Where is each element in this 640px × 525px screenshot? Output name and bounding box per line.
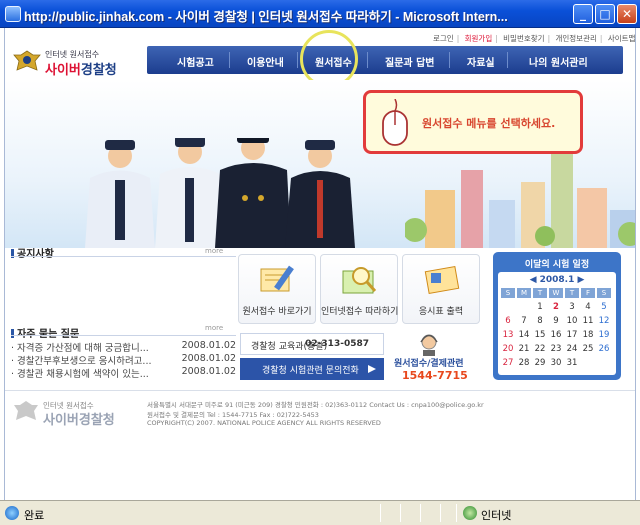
calendar-weekday: M — [517, 288, 531, 298]
calendar-day[interactable]: 9 — [549, 316, 563, 326]
calendar-day[interactable]: 27 — [501, 358, 515, 368]
ie-app-icon — [5, 6, 21, 22]
close-button[interactable]: ✕ — [617, 4, 637, 24]
city-skyline-image — [405, 150, 635, 248]
minimize-button[interactable]: _ — [573, 4, 593, 24]
window-title: http://public.jinhak.com - 사이버 경찰청 | 인터넷… — [24, 10, 508, 24]
calendar-day[interactable]: 20 — [501, 344, 515, 354]
nav-archive[interactable]: 자료실 — [467, 54, 495, 69]
logo-title: 사이버경찰청 — [45, 63, 117, 78]
window-titlebar[interactable]: http://public.jinhak.com - 사이버 경찰청 | 인터넷… — [0, 0, 640, 28]
calendar-day[interactable]: 30 — [549, 358, 563, 368]
calendar-day[interactable]: 15 — [533, 330, 547, 340]
calendar-day[interactable]: 28 — [517, 358, 531, 368]
calendar-day[interactable]: 4 — [581, 302, 595, 312]
education-contact-phone: 02-313-0587 — [305, 339, 369, 349]
faq-item[interactable]: · 경찰관 채용시험에 색약이 있는... 2008.01.02 — [11, 366, 236, 380]
find-password-link[interactable]: 비밀번호찾기 — [503, 34, 544, 43]
calendar-day[interactable]: 10 — [565, 316, 579, 326]
calendar-day[interactable]: 29 — [533, 358, 547, 368]
calendar-day[interactable]: 3 — [565, 302, 579, 312]
exam-calendar: 이달의 시험 일정 ◀ 2008.1 ▶ S M T W T F S 1 2 3 4 5 6 7 8 9 10 1… — [493, 252, 621, 380]
calendar-day[interactable]: 1 — [533, 302, 547, 312]
print-ticket-button[interactable]: 응시표 출력 — [402, 254, 480, 324]
privacy-link[interactable]: 개인정보관리 — [555, 34, 596, 43]
login-link[interactable]: 로그인 — [433, 34, 454, 43]
calendar-day[interactable]: 12 — [597, 316, 611, 326]
internet-zone-icon — [463, 506, 477, 520]
nav-exam-notice[interactable]: 시험공고 — [177, 54, 214, 69]
calendar-day[interactable]: 24 — [565, 344, 579, 354]
calendar-weekday: T — [533, 288, 547, 298]
footer-badge-icon — [14, 401, 38, 420]
notice-more-link[interactable]: more — [205, 247, 223, 255]
calendar-weekday: S — [501, 288, 515, 298]
site-logo[interactable]: 인터넷 원서접수 사이버경찰청 — [13, 48, 123, 78]
calendar-day[interactable]: 17 — [565, 330, 579, 340]
calendar-weekday: T — [565, 288, 579, 298]
magnifier-icon — [342, 267, 377, 294]
calendar-day[interactable]: 11 — [581, 316, 595, 326]
notice-rule — [11, 256, 236, 257]
sitemap-link[interactable]: 사이트맵 — [608, 34, 635, 43]
calendar-day[interactable]: 8 — [533, 316, 547, 326]
nav-usage-guide[interactable]: 이용안내 — [247, 54, 284, 69]
main-nav: 시험공고 이용안내 원서접수 질문과 답변 자료실 나의 원서관리 — [147, 46, 623, 74]
arrow-right-icon — [368, 365, 376, 373]
top-links: 로그인 | 회원가입 | 비밀번호찾기 | 개인정보관리 | 사이트맵 — [433, 34, 636, 43]
calendar-day[interactable]: 26 — [597, 344, 611, 354]
ticket-icon — [424, 265, 460, 295]
calendar-weekday: F — [581, 288, 595, 298]
status-text: 완료 — [24, 509, 45, 522]
calendar-day[interactable]: 22 — [533, 344, 547, 354]
footer-copyright: COPYRIGHT(C) 2007. NATIONAL POLICE AGENC… — [147, 419, 381, 427]
page-done-icon — [5, 506, 19, 520]
page-content: 인터넷 원서접수 사이버경찰청 로그인 | 회원가입 | 비밀번호찾기 | 개인정보관… — [4, 28, 636, 500]
calendar-day[interactable]: 23 — [549, 344, 563, 354]
mouse-icon — [382, 99, 408, 146]
calendar-day[interactable]: 19 — [597, 330, 611, 340]
apply-shortcut-button[interactable]: 원서접수 바로가기 — [238, 254, 316, 324]
faq-item[interactable]: · 자격증 가산점에 대해 궁금합니... 2008.01.02 — [11, 340, 236, 354]
faq-rule — [11, 335, 236, 336]
headset-operator-icon — [420, 334, 438, 356]
calendar-day[interactable]: 2 — [549, 302, 563, 312]
callout-text: 원서접수 메뉴를 선택하세요. — [422, 117, 556, 130]
calendar-title: 이달의 시험 일정 — [524, 260, 590, 270]
calendar-day[interactable]: 16 — [549, 330, 563, 340]
security-zone-label: 인터넷 — [481, 509, 512, 522]
calendar-day[interactable]: 21 — [517, 344, 531, 354]
instruction-callout: 원서접수 메뉴를 선택하세요. — [363, 90, 583, 154]
status-bar: 완료 인터넷 — [0, 500, 640, 525]
footer-contact: 원서접수 및 결제문의 Tel : 1544-7715 Fax : 02)722… — [147, 411, 319, 419]
calendar-day[interactable]: 14 — [517, 330, 531, 340]
payment-contact: 원서접수/결제관련 1544-7715 — [390, 332, 480, 382]
faq-more-link[interactable]: more — [205, 324, 223, 332]
maximize-button[interactable]: □ — [595, 4, 615, 24]
police-officers-image — [85, 138, 355, 248]
faq-item[interactable]: · 경찰간부후보생으로 응시하려고... 2008.01.02 — [11, 353, 236, 367]
calendar-day[interactable]: 6 — [501, 316, 515, 326]
calendar-day[interactable]: 5 — [597, 302, 611, 312]
exam-inquiry-banner[interactable]: 경찰청 시험관련 문의전화 — [240, 358, 384, 380]
calendar-month-nav[interactable]: ◀ 2008.1 ▶ — [498, 275, 616, 285]
notice-title: 공지사항 — [11, 245, 54, 260]
main-banner: 원서접수 메뉴를 선택하세요. — [5, 80, 635, 248]
calendar-day[interactable]: 18 — [581, 330, 595, 340]
tutorial-button[interactable]: 인터넷접수 따라하기 — [320, 254, 398, 324]
education-contact: 경찰청 교육과(총괄) 02-313-0587 — [240, 333, 384, 355]
calendar-weekday: W — [549, 288, 563, 298]
signup-link[interactable]: 회원가입 — [465, 34, 493, 43]
nav-my-applications[interactable]: 나의 원서관리 — [529, 54, 588, 69]
footer-address: 서울특별시 서대문구 미주로 91 (미근동 209) 경찰청 민원전화 : 0… — [147, 401, 484, 409]
application-form-icon — [260, 265, 294, 292]
calendar-day[interactable]: 13 — [501, 330, 515, 340]
calendar-weekday: S — [597, 288, 611, 298]
calendar-day[interactable]: 7 — [517, 316, 531, 326]
faq-title: 자주 묻는 질문 — [11, 325, 79, 340]
calendar-day[interactable]: 31 — [565, 358, 579, 368]
nav-qna[interactable]: 질문과 답변 — [385, 54, 434, 69]
police-badge-icon — [13, 50, 41, 71]
calendar-day[interactable]: 25 — [581, 344, 595, 354]
